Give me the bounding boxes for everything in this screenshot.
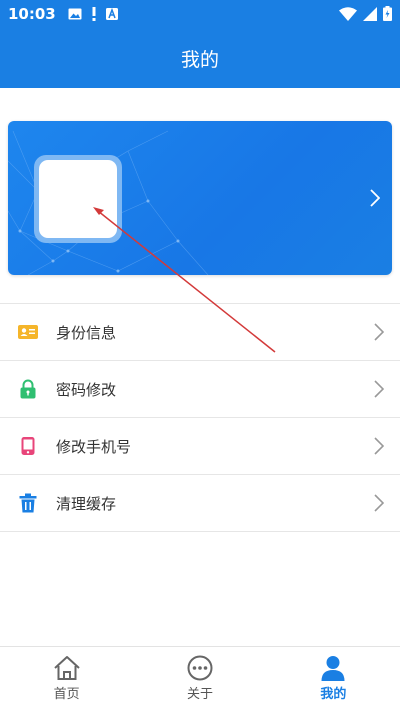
signal-icon bbox=[363, 6, 377, 21]
alert-notification-icon bbox=[92, 7, 96, 21]
home-icon bbox=[53, 656, 80, 680]
battery-charging-icon bbox=[383, 6, 392, 21]
trash-icon bbox=[19, 493, 37, 513]
status-bar: 10:03 bbox=[0, 0, 400, 28]
chevron-right-icon bbox=[374, 437, 384, 455]
menu-item-identity[interactable]: 身份信息 bbox=[0, 304, 400, 361]
status-time: 10:03 bbox=[8, 5, 56, 23]
settings-menu: 身份信息 密码修改 修改手机号 清理缓存 bbox=[0, 303, 400, 532]
chevron-right-icon bbox=[374, 494, 384, 512]
user-icon bbox=[321, 656, 345, 681]
chat-icon bbox=[187, 655, 213, 681]
menu-item-password[interactable]: 密码修改 bbox=[0, 361, 400, 418]
avatar-frame bbox=[34, 155, 122, 243]
chevron-right-icon bbox=[370, 189, 380, 207]
menu-item-label: 密码修改 bbox=[56, 380, 117, 399]
page-title: 我的 bbox=[180, 48, 219, 71]
notification-icons bbox=[68, 7, 118, 21]
lock-icon bbox=[20, 379, 36, 399]
menu-item-change-phone[interactable]: 修改手机号 bbox=[0, 418, 400, 475]
nav-tab-label: 关于 bbox=[186, 687, 213, 702]
menu-item-label: 身份信息 bbox=[56, 323, 117, 342]
bottom-nav: 首页 关于 我的 bbox=[0, 646, 400, 711]
menu-item-label: 修改手机号 bbox=[56, 437, 132, 456]
id-card-icon bbox=[18, 325, 38, 339]
nav-tab-mine[interactable]: 我的 bbox=[267, 647, 400, 711]
app-notification-icon bbox=[105, 8, 118, 20]
system-icons bbox=[339, 6, 392, 21]
nav-tab-label: 我的 bbox=[320, 687, 347, 702]
chevron-right-icon bbox=[374, 323, 384, 341]
menu-item-clear-cache[interactable]: 清理缓存 bbox=[0, 475, 400, 532]
screen: 10:03 我的 身份信息 密码修改 修改手机号 清理缓存 首页 关于 我的 bbox=[0, 0, 400, 711]
wifi-icon bbox=[339, 6, 357, 21]
nav-tab-home[interactable]: 首页 bbox=[0, 647, 133, 711]
avatar[interactable] bbox=[39, 160, 117, 238]
menu-item-label: 清理缓存 bbox=[56, 494, 117, 513]
nav-tab-label: 首页 bbox=[53, 687, 80, 702]
chevron-right-icon bbox=[374, 380, 384, 398]
nav-tab-about[interactable]: 关于 bbox=[133, 647, 266, 711]
page-header: 我的 bbox=[0, 28, 400, 88]
phone-icon bbox=[21, 437, 35, 455]
image-notification-icon bbox=[68, 8, 82, 20]
profile-card[interactable] bbox=[8, 121, 392, 275]
